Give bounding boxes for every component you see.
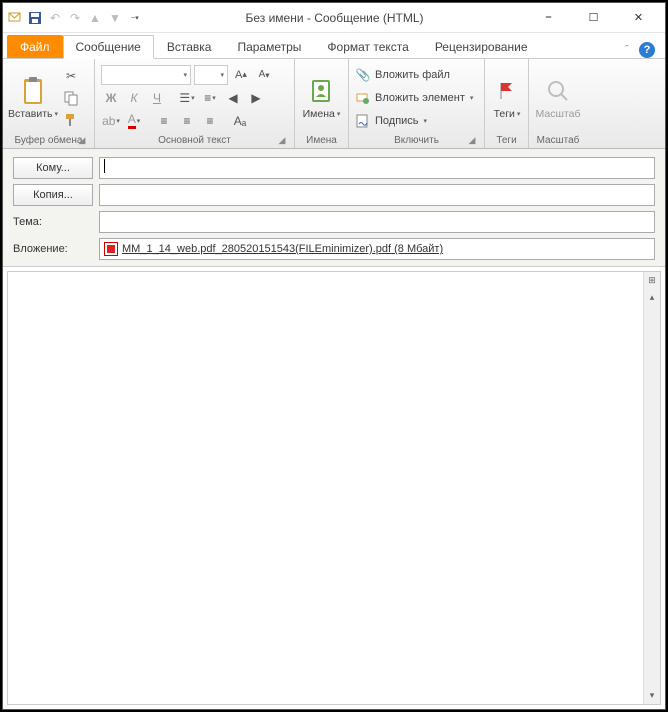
bullets-icon[interactable]: ☰▾ xyxy=(177,88,197,108)
message-header-fields: Кому... Копия... Тема: Вложение: MM_1_14… xyxy=(3,149,665,267)
group-clipboard: Вставить▾ ✂ Буфер обмена◢ xyxy=(3,59,95,148)
close-button[interactable]: ✕ xyxy=(616,4,661,32)
align-center-icon[interactable]: ≡ xyxy=(177,111,197,131)
align-right-icon[interactable]: ≡ xyxy=(200,111,220,131)
format-painter-icon[interactable] xyxy=(61,110,81,130)
ribbon-tabs: Файл Сообщение Вставка Параметры Формат … xyxy=(3,33,665,59)
undo-icon[interactable]: ↶ xyxy=(47,10,63,26)
italic-icon[interactable]: К xyxy=(124,88,144,108)
indent-left-icon[interactable]: ◀ xyxy=(223,88,243,108)
magnifier-icon xyxy=(542,75,574,107)
clipboard-dialog-launcher[interactable]: ◢ xyxy=(76,135,88,147)
send-receive-icon[interactable] xyxy=(7,10,23,26)
attachment-label: Вложение: xyxy=(13,243,93,255)
tab-file[interactable]: Файл xyxy=(7,35,63,58)
font-family-combo[interactable]: ▾ xyxy=(101,65,191,85)
clipboard-icon xyxy=(17,75,49,107)
to-input[interactable] xyxy=(99,157,655,179)
next-icon[interactable]: ▼ xyxy=(107,10,123,26)
include-group-label: Включить xyxy=(394,135,439,146)
basictext-group-label: Основной текст xyxy=(158,135,231,146)
ribbon: Вставить▾ ✂ Буфер обмена◢ ▾ xyxy=(3,59,665,149)
tab-message[interactable]: Сообщение xyxy=(63,35,154,59)
include-dialog-launcher[interactable]: ◢ xyxy=(466,135,478,147)
window-title: Без имени - Сообщение (HTML) xyxy=(143,11,526,25)
flag-icon xyxy=(491,75,523,107)
message-body-editor[interactable] xyxy=(8,272,643,704)
signature-icon xyxy=(355,113,371,129)
minimize-ribbon-icon[interactable]: ˆ xyxy=(619,42,635,58)
maximize-button[interactable]: ☐ xyxy=(571,4,616,32)
address-book-icon xyxy=(306,75,338,107)
scroll-down-icon[interactable]: ▾ xyxy=(644,687,661,704)
tab-format[interactable]: Формат текста xyxy=(314,35,421,58)
help-icon[interactable]: ? xyxy=(639,42,655,58)
message-body-wrap: ⊞ ▴ ▾ xyxy=(7,271,661,705)
subject-input[interactable] xyxy=(99,211,655,233)
attach-item-icon xyxy=(355,90,371,106)
clipboard-group-label: Буфер обмена xyxy=(15,135,83,146)
tab-options[interactable]: Параметры xyxy=(224,35,314,58)
group-basic-text: ▾ ▾ A▴ A▾ Ж К Ч ☰▾ ≡▾ ◀ ▶ xyxy=(95,59,295,148)
signature-button[interactable]: Подпись▾ xyxy=(355,111,473,131)
group-tags: Теги▾ Теги xyxy=(485,59,529,148)
highlight-icon[interactable]: ab▾ xyxy=(101,111,121,131)
address-book-button[interactable]: Имена▾ xyxy=(301,65,342,131)
quick-access-toolbar: ↶ ↷ ▲ ▼ ⎯▾ xyxy=(7,10,143,26)
underline-icon[interactable]: Ч xyxy=(147,88,167,108)
align-left-icon[interactable]: ≡ xyxy=(154,111,174,131)
clear-format-icon[interactable]: Aₐ xyxy=(230,111,250,131)
numbering-icon[interactable]: ≡▾ xyxy=(200,88,220,108)
compose-window: ↶ ↷ ▲ ▼ ⎯▾ Без имени - Сообщение (HTML) … xyxy=(2,2,666,710)
save-icon[interactable] xyxy=(27,10,43,26)
basictext-dialog-launcher[interactable]: ◢ xyxy=(276,135,288,147)
options-pane-icon[interactable]: ⊞ xyxy=(644,272,661,289)
group-names: Имена▾ Имена xyxy=(295,59,349,148)
zoom-button[interactable]: Масштаб xyxy=(535,65,581,131)
cut-icon[interactable]: ✂ xyxy=(61,66,81,86)
group-include: 📎 Вложить файл Вложить элемент▾ Подпи xyxy=(349,59,485,148)
attach-item-button[interactable]: Вложить элемент▾ xyxy=(355,88,473,108)
prev-icon[interactable]: ▲ xyxy=(87,10,103,26)
group-zoom: Масштаб Масштаб xyxy=(529,59,587,148)
attachment-size: (8 Мбайт) xyxy=(394,243,443,255)
tab-insert[interactable]: Вставка xyxy=(154,35,225,58)
attachment-box[interactable]: MM_1_14_web.pdf_280520151543(FILEminimiz… xyxy=(99,238,655,260)
tags-group-label: Теги xyxy=(491,134,522,147)
bold-icon[interactable]: Ж xyxy=(101,88,121,108)
titlebar: ↶ ↷ ▲ ▼ ⎯▾ Без имени - Сообщение (HTML) … xyxy=(3,3,665,33)
names-group-label: Имена xyxy=(301,134,342,147)
tags-button[interactable]: Теги▾ xyxy=(491,65,523,131)
subject-label: Тема: xyxy=(13,216,93,228)
to-button[interactable]: Кому... xyxy=(13,157,93,179)
font-size-combo[interactable]: ▾ xyxy=(194,65,228,85)
cc-input[interactable] xyxy=(99,184,655,206)
scroll-up-icon[interactable]: ▴ xyxy=(644,289,661,306)
copy-icon[interactable] xyxy=(61,88,81,108)
tab-review[interactable]: Рецензирование xyxy=(422,35,541,58)
paperclip-icon: 📎 xyxy=(355,67,371,83)
shrink-font-icon[interactable]: A▾ xyxy=(254,65,274,85)
qat-customize-icon[interactable]: ⎯▾ xyxy=(127,10,143,26)
minimize-button[interactable]: ⎯ xyxy=(526,4,571,32)
cc-button[interactable]: Копия... xyxy=(13,184,93,206)
font-color-icon[interactable]: A▾ xyxy=(124,111,144,131)
zoom-group-label: Масштаб xyxy=(535,134,581,147)
attachment-name: MM_1_14_web.pdf_280520151543(FILEminimiz… xyxy=(122,243,391,255)
attach-file-button[interactable]: 📎 Вложить файл xyxy=(355,65,473,85)
indent-right-icon[interactable]: ▶ xyxy=(246,88,266,108)
paste-button[interactable]: Вставить▾ xyxy=(9,65,57,131)
pdf-icon xyxy=(104,242,118,256)
window-controls: ⎯ ☐ ✕ xyxy=(526,4,661,32)
vertical-scrollbar[interactable]: ⊞ ▴ ▾ xyxy=(643,272,660,704)
grow-font-icon[interactable]: A▴ xyxy=(231,65,251,85)
redo-icon[interactable]: ↷ xyxy=(67,10,83,26)
